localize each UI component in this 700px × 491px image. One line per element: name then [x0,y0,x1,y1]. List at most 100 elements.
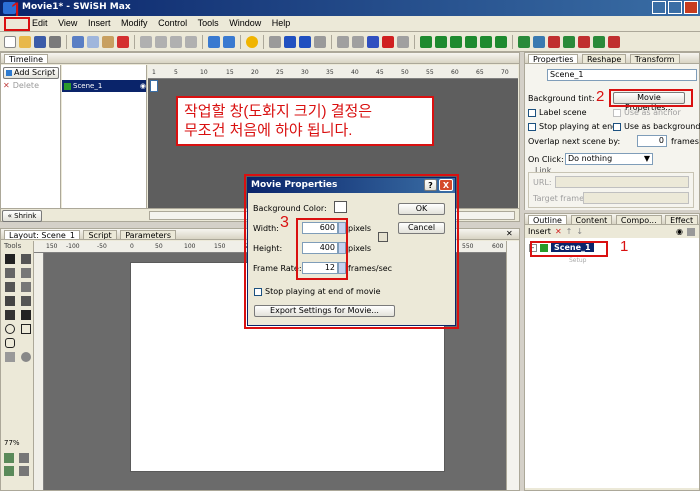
tab-effect[interactable]: Effect [665,215,699,224]
export-settings-button[interactable]: Export Settings for Movie... [254,305,395,317]
reshape-tool-icon[interactable] [21,282,31,292]
timeline-scene-row[interactable]: Scene_1 ◉ [62,80,146,92]
bring-front-icon[interactable] [170,35,182,48]
transform-tool-icon[interactable] [21,268,31,278]
redo-icon[interactable] [223,35,235,48]
rounded-rect-tool-icon[interactable] [5,338,15,348]
menu-window[interactable]: Window [225,16,265,30]
move-down-arrow-icon[interactable]: ↓ [576,227,583,236]
rectangle-tool-icon[interactable] [21,324,31,334]
delete-button[interactable]: ✕ Delete [3,81,58,90]
effect-6-icon[interactable] [593,35,605,48]
save-icon[interactable] [34,35,46,48]
add-script-button[interactable]: Add Script [3,67,59,79]
zoom-in-icon[interactable] [4,466,14,476]
prev-frame-icon[interactable] [352,35,364,48]
on-click-select[interactable]: Do nothing ▼ [565,153,653,165]
hand-tool-icon[interactable] [5,352,15,362]
bg-color-swatch[interactable] [334,201,347,213]
tab-parameters[interactable]: Parameters [120,230,177,239]
remove-x-icon[interactable]: ✕ [555,227,562,236]
menu-help[interactable]: Help [268,16,295,30]
tab-components[interactable]: Compo... [615,215,662,224]
dialog-help-button[interactable]: ? [424,179,437,191]
zoom-tool-icon[interactable] [21,352,31,362]
delete-icon[interactable] [117,35,129,48]
menu-tools[interactable]: Tools [194,16,223,30]
first-frame-icon[interactable] [337,35,349,48]
layout-close-icon[interactable]: ✕ [506,229,513,238]
tab-reshape[interactable]: Reshape [581,54,627,63]
insert-dropdown[interactable]: Insert [528,227,551,236]
paste-icon[interactable] [102,35,114,48]
move-up-arrow-icon[interactable]: ↑ [566,227,573,236]
timeline-frame-1[interactable] [150,80,158,92]
stop-playing-option[interactable]: Stop playing at end [528,122,617,131]
play-icon[interactable] [284,35,296,48]
lock-aspect-icon[interactable] [378,232,388,242]
effect-5-icon[interactable] [578,35,590,48]
insert-text-icon[interactable] [435,35,447,48]
zoom-level[interactable]: 77% [4,439,20,447]
insert-sound-icon[interactable] [495,35,507,48]
select-tool-icon[interactable] [5,254,15,264]
menu-modify[interactable]: Modify [117,16,152,30]
stop-at-end-option[interactable]: Stop playing at end of movie [254,287,381,296]
undo-icon[interactable] [208,35,220,48]
effect-3-icon[interactable] [548,35,560,48]
copy-icon[interactable] [87,35,99,48]
send-back-icon[interactable] [185,35,197,48]
effect-2-icon[interactable] [533,35,545,48]
close-window-button[interactable] [684,1,698,14]
dialog-close-button[interactable]: X [439,179,453,191]
maximize-button[interactable] [668,1,682,14]
dialog-cancel-button[interactable]: Cancel [398,222,445,234]
tab-layout[interactable]: Layout: Scene_1 [4,230,80,239]
effect-1-icon[interactable] [518,35,530,48]
file-menu-highlight[interactable] [4,17,30,31]
use-as-background-option[interactable]: Use as background [613,122,700,131]
fill-transform-icon[interactable] [5,282,15,292]
menu-control[interactable]: Control [154,16,191,30]
new-file-icon[interactable] [4,35,16,48]
play-scene-icon[interactable] [314,35,326,48]
ellipse-tool-icon[interactable] [5,324,15,334]
tab-transform[interactable]: Transform [629,54,680,63]
move-down-icon[interactable] [155,35,167,48]
next-frame-icon[interactable] [367,35,379,48]
last-frame-icon[interactable] [382,35,394,48]
layout-v-scrollbar[interactable] [506,241,519,490]
menu-edit[interactable]: Edit [28,16,52,30]
scene-name-input[interactable]: Scene_1 [547,69,697,81]
label-scene-checkbox[interactable] [528,108,536,117]
line-tool-icon[interactable] [5,296,15,306]
pen-tool-icon[interactable] [5,310,15,320]
subselect-tool-icon[interactable] [21,254,31,264]
pencil-tool-icon[interactable] [21,296,31,306]
overlap-input[interactable]: 0 [637,135,667,147]
preview-icon[interactable] [49,35,61,48]
play-frame-icon[interactable] [299,35,311,48]
menu-view[interactable]: View [54,16,81,30]
text-tool-icon[interactable] [21,310,31,320]
lock-icon[interactable] [687,227,695,236]
tab-content[interactable]: Content [570,215,613,224]
cut-icon[interactable] [72,35,84,48]
tab-properties[interactable]: Properties [528,54,579,63]
visibility-eye-icon[interactable]: ◉ [676,227,683,236]
tab-outline[interactable]: Outline [528,215,567,224]
label-scene-option[interactable]: Label scene [528,108,587,117]
stop-at-end-checkbox[interactable] [254,287,262,296]
dialog-ok-button[interactable]: OK [398,203,445,215]
shrink-button[interactable]: « Shrink [2,210,42,222]
effect-4-icon[interactable] [563,35,575,48]
loop-icon[interactable] [397,35,409,48]
use-as-background-checkbox[interactable] [613,122,621,131]
effect-7-icon[interactable] [608,35,620,48]
tab-script[interactable]: Script [83,230,117,239]
zoom-100-icon[interactable] [19,453,29,463]
minimize-button[interactable] [652,1,666,14]
insert-image-icon[interactable] [480,35,492,48]
menu-insert[interactable]: Insert [84,16,115,30]
insert-scene-icon[interactable] [420,35,432,48]
